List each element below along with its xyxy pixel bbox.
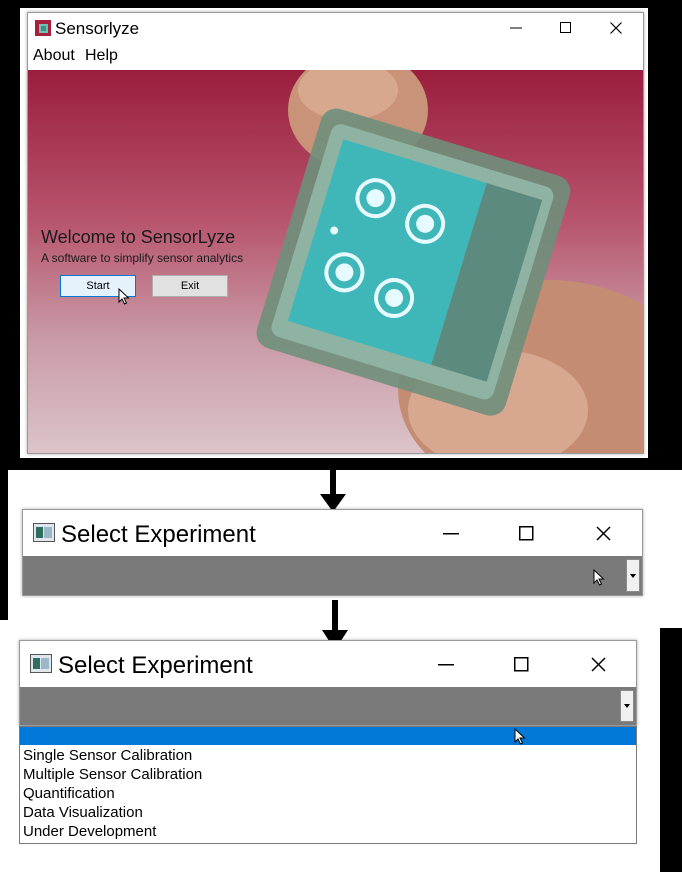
frame-mid-bar [0,458,682,470]
frame-right-top [648,0,682,470]
experiment-options-list: Single Sensor Calibration Multiple Senso… [19,726,637,844]
app-icon [30,654,52,673]
minimize-icon[interactable] [439,524,463,544]
close-icon[interactable] [586,654,610,674]
title-bar: Select Experiment [23,510,642,556]
menu-help[interactable]: Help [85,47,118,65]
menu-bar: About Help [28,44,643,70]
experiment-dropdown[interactable] [23,556,642,595]
list-item-selected[interactable] [20,727,636,745]
title-bar: Sensorlyze [28,13,643,44]
welcome-title: Welcome to SensorLyze [41,227,236,247]
mouse-cursor-icon [593,569,605,586]
maximize-icon[interactable] [554,19,578,37]
window-title: Sensorlyze [55,19,140,38]
maximize-icon[interactable] [514,523,538,543]
hero-background: Welcome to SensorLyze A software to simp… [28,70,643,453]
down-arrow-icon [320,470,346,512]
mouse-cursor-icon [118,288,130,305]
window-title: Select Experiment [58,652,253,679]
list-item-multiple-sensor-calibration[interactable]: Multiple Sensor Calibration [23,765,202,784]
minimize-icon[interactable] [504,19,528,37]
select-experiment-window: Select Experiment [22,509,643,596]
app-icon [35,20,51,36]
close-icon[interactable] [591,523,615,543]
frame-left-mid [0,470,8,620]
menu-about[interactable]: About [33,47,75,65]
list-item-quantification[interactable]: Quantification [23,784,115,803]
sensorlyze-window: Sensorlyze About Help Welcome to SensorL… [27,12,644,454]
maximize-icon[interactable] [509,654,533,674]
dropdown-button[interactable] [620,690,634,722]
dropdown-arrow-icon [630,573,636,578]
frame-right-bottom [660,628,682,872]
mouse-cursor-icon [514,728,526,745]
tagline: A software to simplify sensor analytics [41,251,244,265]
frame-top-bar [0,0,682,8]
select-experiment-window-expanded: Select Experiment [19,640,637,726]
window-title: Select Experiment [61,521,256,548]
app-icon [33,523,55,542]
list-item-under-development[interactable]: Under Development [23,822,156,841]
list-item-data-visualization[interactable]: Data Visualization [23,803,143,822]
close-icon[interactable] [604,19,628,37]
list-item-single-sensor-calibration[interactable]: Single Sensor Calibration [23,746,192,765]
experiment-dropdown[interactable] [20,687,636,725]
title-bar: Select Experiment [20,641,636,687]
minimize-icon[interactable] [434,655,458,675]
dropdown-button[interactable] [626,559,640,592]
exit-button[interactable]: Exit [152,275,228,297]
frame-left-top [0,0,20,470]
dropdown-arrow-icon [624,704,630,708]
